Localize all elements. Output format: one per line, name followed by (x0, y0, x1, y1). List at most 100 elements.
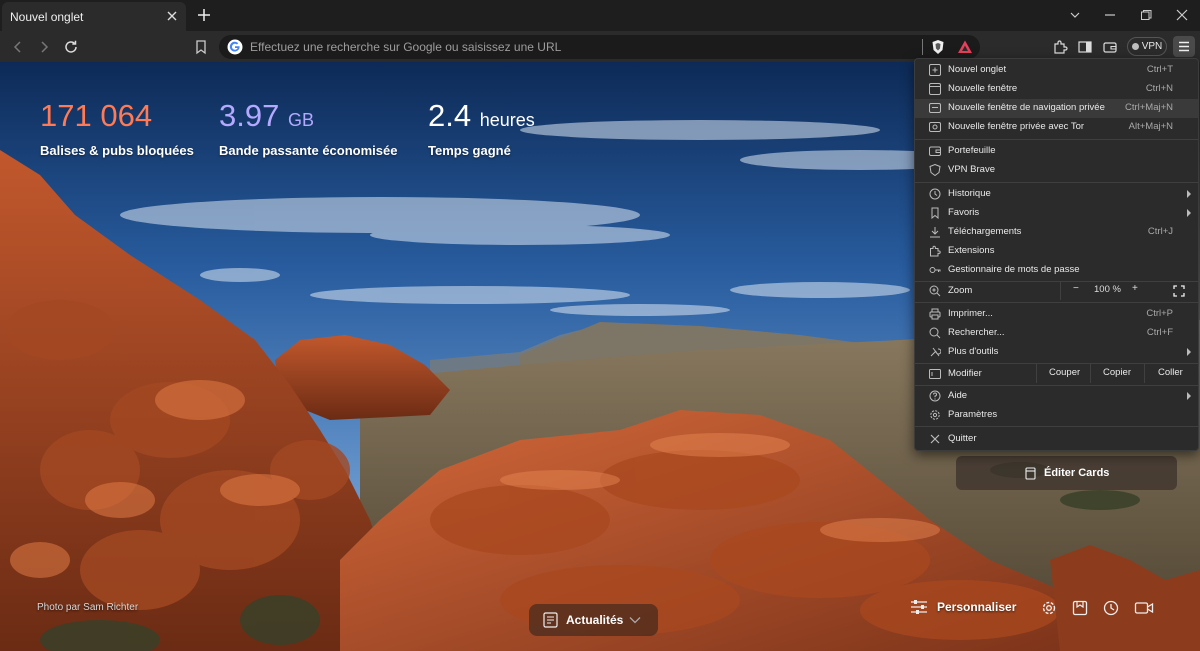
menu-item-shortcut: Ctrl+T (1146, 64, 1173, 75)
menu-item-label: Rechercher... (948, 327, 1005, 338)
cut-button[interactable]: Couper (1036, 364, 1091, 383)
menu-item-new-window[interactable]: Nouvelle fenêtre Ctrl+N (915, 80, 1198, 99)
menu-item-history[interactable]: Historique (915, 185, 1198, 204)
menu-separator (915, 426, 1198, 427)
brave-shields-icon[interactable] (931, 39, 945, 55)
menu-item-label: Gestionnaire de mots de passe (948, 264, 1080, 275)
news-button[interactable]: Actualités (529, 604, 658, 636)
menu-item-label: Nouvel onglet (948, 64, 1007, 75)
brave-rewards-icon[interactable] (957, 39, 973, 55)
menu-item-label: Téléchargements (948, 226, 1022, 237)
edit-cards-button[interactable]: Éditer Cards (956, 456, 1177, 490)
chevron-down-icon (629, 617, 641, 624)
app-menu-button[interactable] (1173, 36, 1195, 57)
submenu-arrow-icon (1187, 348, 1191, 356)
reload-icon[interactable] (63, 39, 79, 55)
back-arrow-icon[interactable] (10, 39, 26, 55)
menu-item-label: Modifier (948, 368, 982, 379)
menu-item-label: Favoris (948, 207, 980, 218)
tor-window-icon (929, 122, 941, 132)
menu-item-label: Quitter (948, 433, 977, 444)
restore-icon[interactable] (1139, 8, 1153, 22)
menu-item-label: Imprimer... (948, 308, 993, 319)
tools-icon (930, 347, 941, 357)
vpn-label: VPN (1141, 41, 1163, 52)
close-icon[interactable] (164, 8, 180, 24)
menu-item-more-tools[interactable]: Plus d'outils (915, 343, 1198, 362)
menu-item-new-private-window[interactable]: Nouvelle fenêtre de navigation privée Ct… (915, 99, 1198, 118)
menu-item-password-manager[interactable]: Gestionnaire de mots de passe (915, 261, 1198, 280)
menu-item-brave-vpn[interactable]: VPN Brave (915, 161, 1198, 180)
search-icon (929, 327, 941, 339)
extensions-icon[interactable] (1052, 39, 1068, 55)
menu-item-label: Nouvelle fenêtre (948, 83, 1018, 94)
submenu-arrow-icon (1187, 392, 1191, 400)
divider (922, 39, 923, 55)
new-window-icon (929, 83, 941, 95)
stat-label: Temps gagné (428, 143, 511, 158)
submenu-arrow-icon (1187, 209, 1191, 217)
fullscreen-icon[interactable] (1173, 285, 1185, 297)
vpn-shield-icon (929, 164, 941, 176)
menu-separator (915, 182, 1198, 183)
tab-new-tab[interactable]: Nouvel onglet (2, 2, 186, 31)
zoom-in-button[interactable]: + (1132, 283, 1138, 294)
menu-item-new-tab[interactable]: Nouvel onglet Ctrl+T (915, 61, 1198, 80)
bookmarks-icon[interactable] (1071, 599, 1089, 617)
zoom-out-button[interactable]: − (1073, 283, 1079, 294)
gear-icon (930, 410, 940, 420)
menu-item-shortcut: Ctrl+N (1145, 83, 1173, 94)
tab-strip: Nouvel onglet (0, 0, 1200, 31)
stat-value: 3.97 GB (219, 98, 397, 138)
menu-item-shortcut: Ctrl+Maj+N (1124, 102, 1173, 113)
menu-item-print[interactable]: Imprimer... Ctrl+P (915, 305, 1198, 324)
menu-item-extensions[interactable]: Extensions (915, 242, 1198, 261)
address-bar-placeholder: Effectuez une recherche sur Google ou sa… (250, 40, 562, 54)
menu-item-new-tor-window[interactable]: Nouvelle fenêtre privée avec Tor Alt+Maj… (915, 118, 1198, 137)
copy-label: Copier (1103, 367, 1131, 378)
menu-item-wallet[interactable]: Portefeuille (915, 142, 1198, 161)
menu-item-bookmarks[interactable]: Favoris (915, 204, 1198, 223)
menu-item-downloads[interactable]: Téléchargements Ctrl+J (915, 223, 1198, 242)
submenu-arrow-icon (1187, 190, 1191, 198)
menu-separator (915, 385, 1198, 386)
wallet-icon[interactable] (1102, 39, 1118, 55)
menu-item-find[interactable]: Rechercher... Ctrl+F (915, 324, 1198, 343)
window-close-icon[interactable] (1175, 8, 1189, 22)
copy-button[interactable]: Copier (1090, 364, 1145, 383)
chevron-down-icon[interactable] (1068, 8, 1082, 22)
edit-icon (929, 369, 941, 379)
menu-item-zoom: Zoom − 100 % + (915, 281, 1198, 301)
vpn-button[interactable]: VPN (1127, 37, 1167, 56)
bookmark-icon[interactable] (193, 39, 209, 55)
photo-credit[interactable]: Photo par Sam Richter (37, 602, 138, 613)
stat-label: Balises & pubs bloquées (40, 143, 194, 158)
forward-arrow-icon[interactable] (36, 39, 52, 55)
menu-item-quit[interactable]: Quitter (915, 430, 1198, 449)
history-icon[interactable] (1102, 599, 1120, 617)
sidebar-icon[interactable] (1077, 39, 1093, 55)
cut-label: Couper (1049, 367, 1081, 378)
minimize-icon[interactable] (1103, 8, 1117, 22)
customize-label: Personnaliser (937, 600, 1017, 614)
menu-item-shortcut: Ctrl+F (1146, 327, 1173, 338)
video-camera-icon[interactable] (1134, 599, 1154, 617)
zoom-level: 100 % (1094, 284, 1121, 295)
menu-item-help[interactable]: Aide (915, 387, 1198, 406)
menu-separator (915, 139, 1198, 140)
paste-button[interactable]: Coller (1144, 364, 1199, 383)
menu-item-label: Nouvelle fenêtre de navigation privée (948, 102, 1105, 113)
new-tab-plus-icon[interactable] (196, 7, 212, 23)
address-bar[interactable]: Effectuez une recherche sur Google ou sa… (219, 35, 980, 59)
menu-item-settings[interactable]: Paramètres (915, 406, 1198, 425)
stat-bandwidth-saved: 3.97 GB Bande passante économisée (219, 98, 397, 158)
bookmark-icon (931, 207, 939, 219)
menu-item-label: Aide (948, 390, 968, 401)
stat-number: 171 064 (40, 98, 153, 133)
tab-title: Nouvel onglet (10, 10, 84, 24)
stat-label: Bande passante économisée (219, 143, 398, 158)
gear-icon[interactable] (1040, 599, 1058, 617)
stat-time-saved: 2.4 heures Temps gagné (428, 98, 535, 158)
zoom-controls: − 100 % + (1060, 281, 1199, 300)
edit-cards-label: Éditer Cards (1044, 467, 1110, 479)
